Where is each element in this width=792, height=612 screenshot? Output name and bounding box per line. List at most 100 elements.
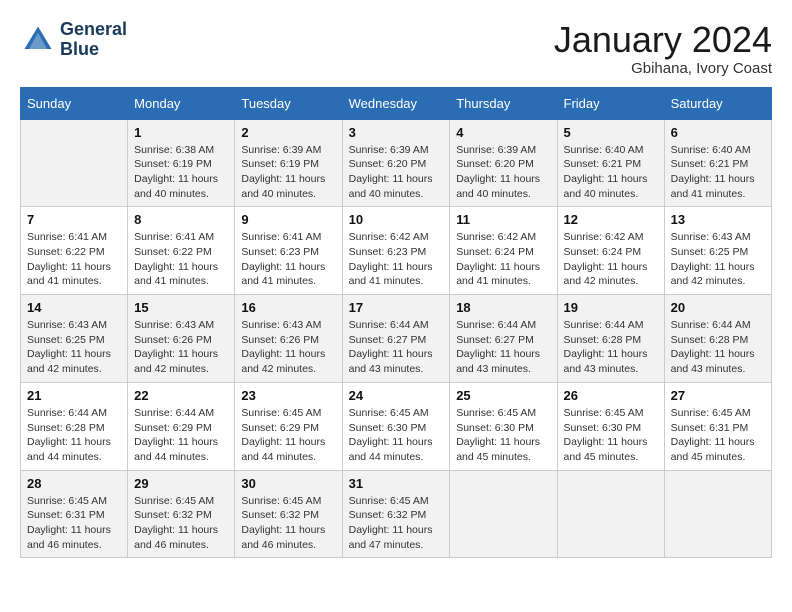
week-row-2: 7 Sunrise: 6:41 AMSunset: 6:22 PMDaylight…: [21, 207, 772, 295]
day-info: Sunrise: 6:41 AMSunset: 6:23 PMDaylight:…: [241, 230, 335, 289]
week-row-5: 28 Sunrise: 6:45 AMSunset: 6:31 PMDayligh…: [21, 470, 772, 558]
day-info: Sunrise: 6:43 AMSunset: 6:26 PMDaylight:…: [134, 318, 228, 377]
day-info: Sunrise: 6:44 AMSunset: 6:28 PMDaylight:…: [27, 406, 121, 465]
day-number: 15: [134, 300, 228, 315]
day-info: Sunrise: 6:41 AMSunset: 6:22 PMDaylight:…: [134, 230, 228, 289]
day-number: 25: [456, 388, 550, 403]
calendar-cell: 1 Sunrise: 6:38 AMSunset: 6:19 PMDaylight…: [128, 119, 235, 207]
day-number: 29: [134, 476, 228, 491]
weekday-header-tuesday: Tuesday: [235, 87, 342, 119]
calendar-cell: 8 Sunrise: 6:41 AMSunset: 6:22 PMDaylight…: [128, 207, 235, 295]
weekday-header-sunday: Sunday: [21, 87, 128, 119]
weekday-header-saturday: Saturday: [664, 87, 771, 119]
calendar-cell: 17 Sunrise: 6:44 AMSunset: 6:27 PMDayligh…: [342, 295, 450, 383]
day-number: 11: [456, 212, 550, 227]
day-number: 22: [134, 388, 228, 403]
calendar-cell: [450, 470, 557, 558]
calendar-cell: 16Sunrise: 6:43 AMSunset: 6:26 PMDayligh…: [235, 295, 342, 383]
day-info: Sunrise: 6:45 AMSunset: 6:32 PMDaylight:…: [349, 494, 444, 553]
day-number: 17: [349, 300, 444, 315]
calendar-cell: 10Sunrise: 6:42 AMSunset: 6:23 PMDayligh…: [342, 207, 450, 295]
day-number: 26: [564, 388, 658, 403]
day-number: 8: [134, 212, 228, 227]
location: Gbihana, Ivory Coast: [554, 60, 772, 77]
day-number: 7: [27, 212, 121, 227]
calendar-cell: 13 Sunrise: 6:43 AMSunset: 6:25 PMDayligh…: [664, 207, 771, 295]
day-info: Sunrise: 6:39 AMSunset: 6:19 PMDaylight:…: [241, 143, 335, 202]
day-info: Sunrise: 6:45 AMSunset: 6:32 PMDaylight:…: [134, 494, 228, 553]
day-number: 9: [241, 212, 335, 227]
week-row-3: 14Sunrise: 6:43 AMSunset: 6:25 PMDayligh…: [21, 295, 772, 383]
day-number: 14: [27, 300, 121, 315]
day-number: 1: [134, 125, 228, 140]
day-number: 27: [671, 388, 765, 403]
weekday-header-row: SundayMondayTuesdayWednesdayThursdayFrid…: [21, 87, 772, 119]
day-number: 2: [241, 125, 335, 140]
calendar-cell: 12Sunrise: 6:42 AMSunset: 6:24 PMDayligh…: [557, 207, 664, 295]
calendar-cell: 3Sunrise: 6:39 AMSunset: 6:20 PMDaylight…: [342, 119, 450, 207]
logo-text: General Blue: [60, 20, 127, 60]
day-info: Sunrise: 6:42 AMSunset: 6:24 PMDaylight:…: [564, 230, 658, 289]
calendar-cell: [557, 470, 664, 558]
month-title: January 2024: [554, 20, 772, 60]
day-info: Sunrise: 6:39 AMSunset: 6:20 PMDaylight:…: [456, 143, 550, 202]
week-row-1: 1 Sunrise: 6:38 AMSunset: 6:19 PMDaylight…: [21, 119, 772, 207]
day-number: 31: [349, 476, 444, 491]
day-info: Sunrise: 6:44 AMSunset: 6:29 PMDaylight:…: [134, 406, 228, 465]
day-info: Sunrise: 6:45 AMSunset: 6:29 PMDaylight:…: [241, 406, 335, 465]
calendar-table: SundayMondayTuesdayWednesdayThursdayFrid…: [20, 87, 772, 559]
calendar-cell: [21, 119, 128, 207]
calendar-cell: 22 Sunrise: 6:44 AMSunset: 6:29 PMDayligh…: [128, 382, 235, 470]
calendar-cell: 5Sunrise: 6:40 AMSunset: 6:21 PMDaylight…: [557, 119, 664, 207]
page-header: General Blue January 2024 Gbihana, Ivory…: [20, 20, 772, 77]
calendar-cell: 2 Sunrise: 6:39 AMSunset: 6:19 PMDaylight…: [235, 119, 342, 207]
day-info: Sunrise: 6:41 AMSunset: 6:22 PMDaylight:…: [27, 230, 121, 289]
calendar-cell: 9 Sunrise: 6:41 AMSunset: 6:23 PMDaylight…: [235, 207, 342, 295]
calendar-cell: 18 Sunrise: 6:44 AMSunset: 6:27 PMDayligh…: [450, 295, 557, 383]
day-number: 6: [671, 125, 765, 140]
day-info: Sunrise: 6:45 AMSunset: 6:30 PMDaylight:…: [564, 406, 658, 465]
calendar-cell: 27 Sunrise: 6:45 AMSunset: 6:31 PMDayligh…: [664, 382, 771, 470]
calendar-cell: 30 Sunrise: 6:45 AMSunset: 6:32 PMDayligh…: [235, 470, 342, 558]
day-info: Sunrise: 6:39 AMSunset: 6:20 PMDaylight:…: [349, 143, 444, 202]
calendar-cell: 23 Sunrise: 6:45 AMSunset: 6:29 PMDayligh…: [235, 382, 342, 470]
day-number: 23: [241, 388, 335, 403]
day-info: Sunrise: 6:45 AMSunset: 6:31 PMDaylight:…: [671, 406, 765, 465]
calendar-cell: 15 Sunrise: 6:43 AMSunset: 6:26 PMDayligh…: [128, 295, 235, 383]
calendar-cell: 20Sunrise: 6:44 AMSunset: 6:28 PMDayligh…: [664, 295, 771, 383]
weekday-header-thursday: Thursday: [450, 87, 557, 119]
day-number: 18: [456, 300, 550, 315]
day-number: 19: [564, 300, 658, 315]
day-number: 16: [241, 300, 335, 315]
calendar-cell: 14Sunrise: 6:43 AMSunset: 6:25 PMDayligh…: [21, 295, 128, 383]
day-number: 28: [27, 476, 121, 491]
calendar-cell: 31 Sunrise: 6:45 AMSunset: 6:32 PMDayligh…: [342, 470, 450, 558]
calendar-cell: 25Sunrise: 6:45 AMSunset: 6:30 PMDayligh…: [450, 382, 557, 470]
calendar-cell: 4Sunrise: 6:39 AMSunset: 6:20 PMDaylight…: [450, 119, 557, 207]
day-number: 10: [349, 212, 444, 227]
day-info: Sunrise: 6:42 AMSunset: 6:24 PMDaylight:…: [456, 230, 550, 289]
day-info: Sunrise: 6:44 AMSunset: 6:27 PMDaylight:…: [349, 318, 444, 377]
day-number: 20: [671, 300, 765, 315]
day-info: Sunrise: 6:45 AMSunset: 6:32 PMDaylight:…: [241, 494, 335, 553]
day-number: 13: [671, 212, 765, 227]
day-info: Sunrise: 6:44 AMSunset: 6:27 PMDaylight:…: [456, 318, 550, 377]
logo: General Blue: [20, 20, 127, 60]
day-info: Sunrise: 6:38 AMSunset: 6:19 PMDaylight:…: [134, 143, 228, 202]
calendar-body: 1 Sunrise: 6:38 AMSunset: 6:19 PMDaylight…: [21, 119, 772, 558]
title-block: January 2024 Gbihana, Ivory Coast: [554, 20, 772, 77]
calendar-cell: 21Sunrise: 6:44 AMSunset: 6:28 PMDayligh…: [21, 382, 128, 470]
weekday-header-monday: Monday: [128, 87, 235, 119]
calendar-cell: 28 Sunrise: 6:45 AMSunset: 6:31 PMDayligh…: [21, 470, 128, 558]
calendar-cell: 7 Sunrise: 6:41 AMSunset: 6:22 PMDaylight…: [21, 207, 128, 295]
day-info: Sunrise: 6:45 AMSunset: 6:30 PMDaylight:…: [349, 406, 444, 465]
day-info: Sunrise: 6:43 AMSunset: 6:25 PMDaylight:…: [671, 230, 765, 289]
weekday-header-friday: Friday: [557, 87, 664, 119]
day-info: Sunrise: 6:45 AMSunset: 6:31 PMDaylight:…: [27, 494, 121, 553]
calendar-cell: 11 Sunrise: 6:42 AMSunset: 6:24 PMDayligh…: [450, 207, 557, 295]
calendar-cell: 26 Sunrise: 6:45 AMSunset: 6:30 PMDayligh…: [557, 382, 664, 470]
logo-icon: [20, 22, 56, 58]
calendar-cell: 29 Sunrise: 6:45 AMSunset: 6:32 PMDayligh…: [128, 470, 235, 558]
day-number: 30: [241, 476, 335, 491]
day-number: 24: [349, 388, 444, 403]
